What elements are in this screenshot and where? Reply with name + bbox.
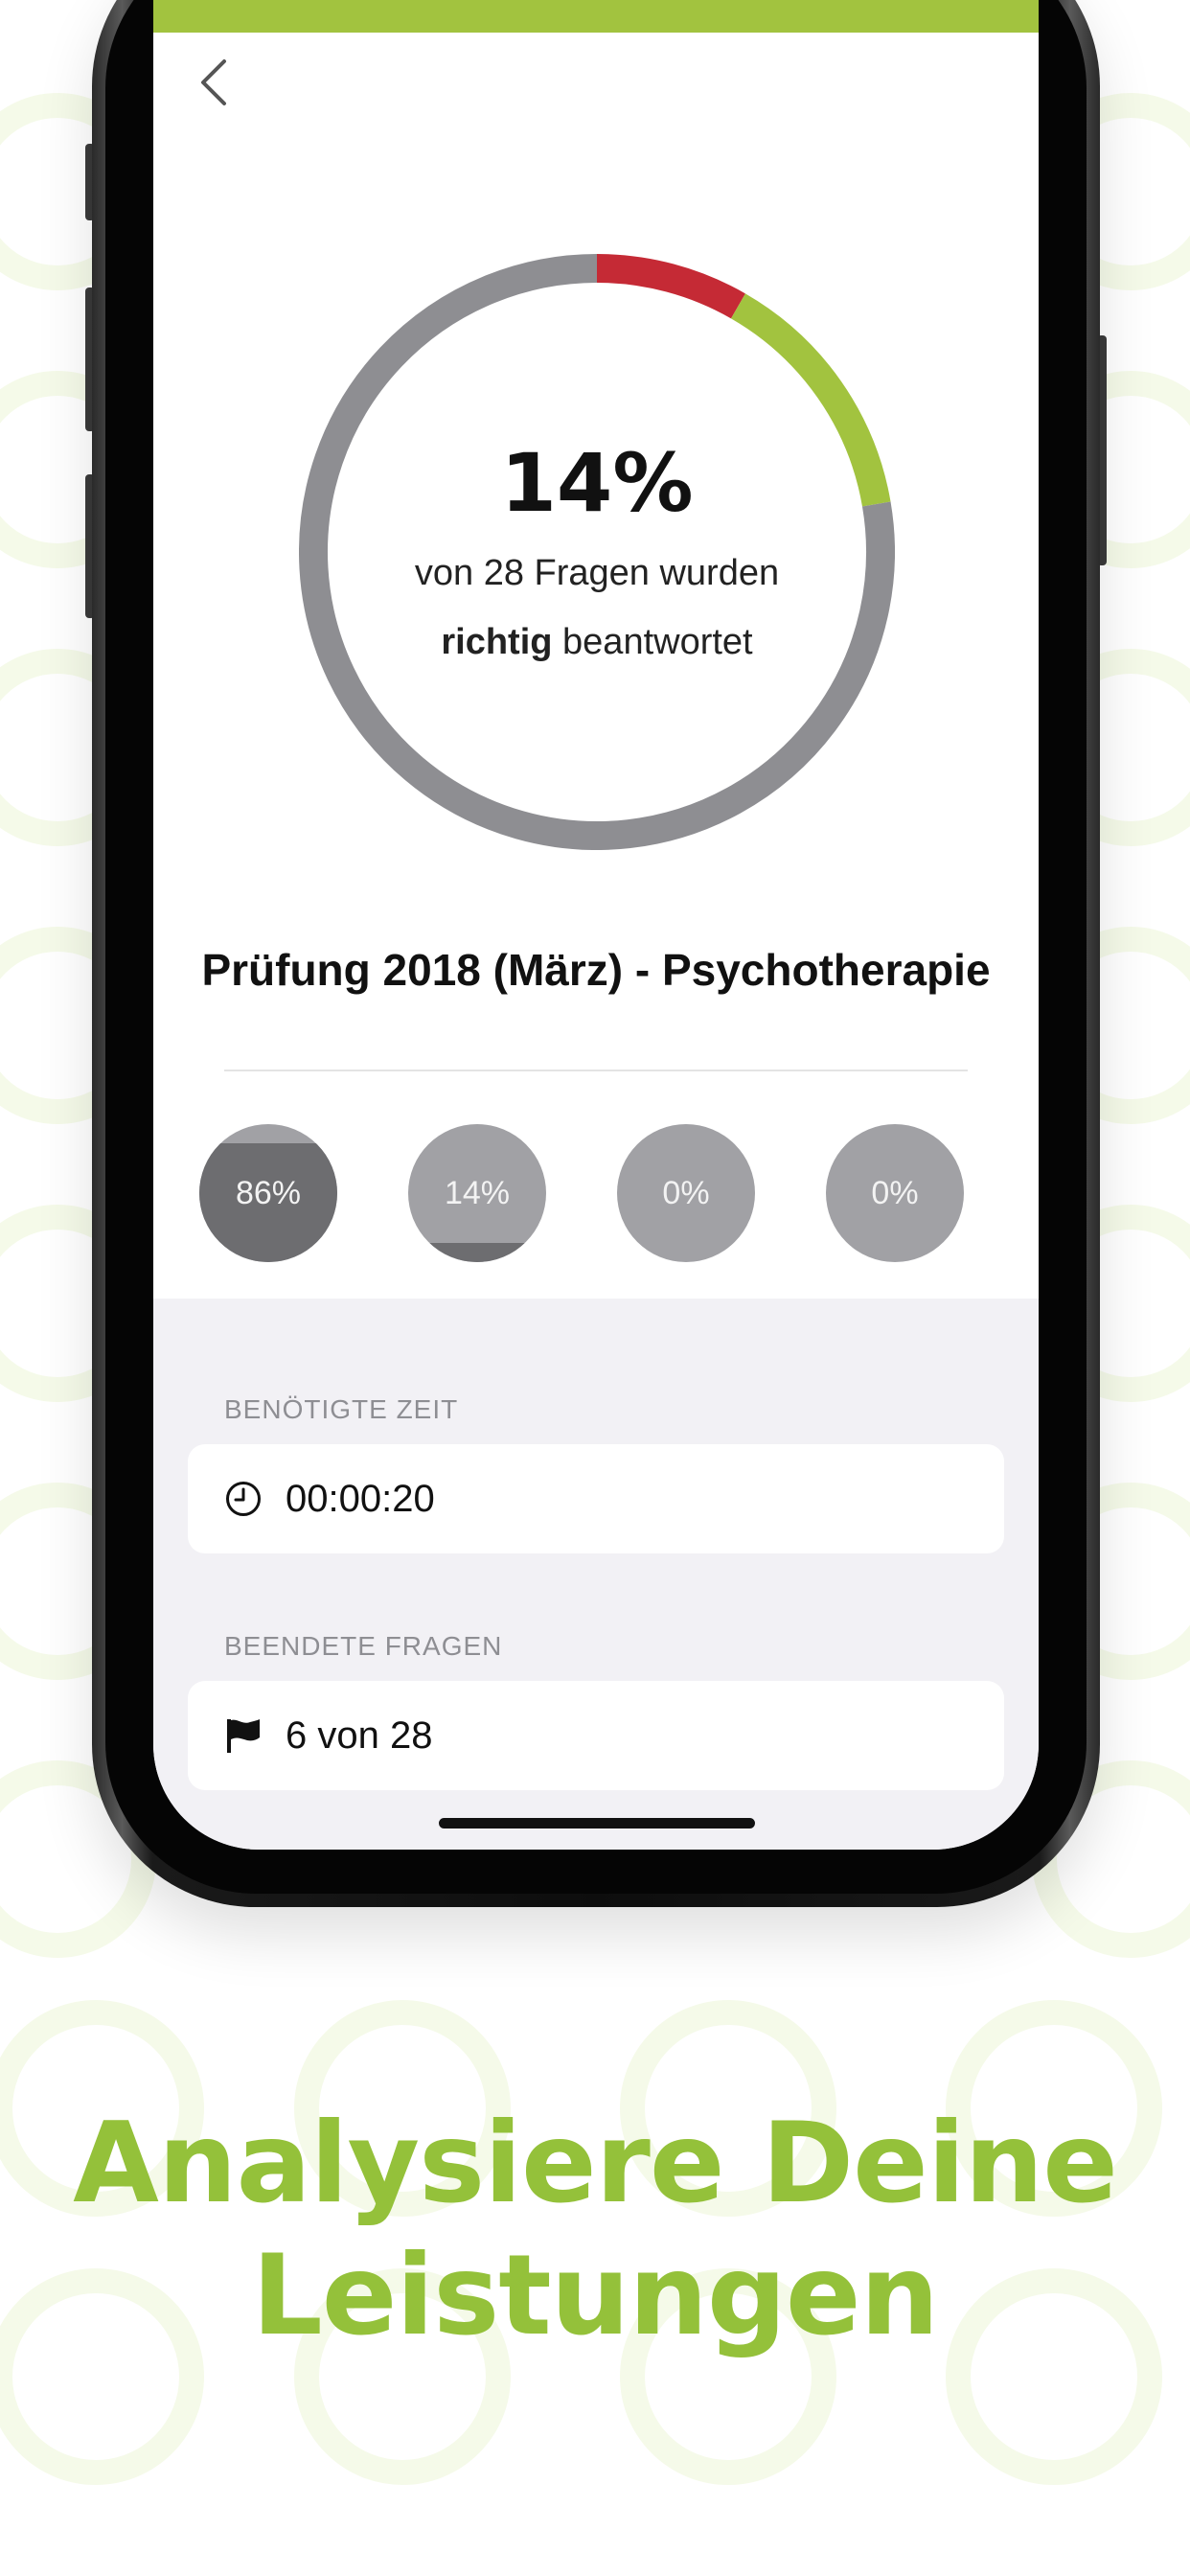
questions-card: 6 von 28 <box>188 1681 1004 1790</box>
stat-circle-4[interactable]: 0% <box>826 1124 964 1262</box>
result-caption-rest: beantwortet <box>552 622 753 662</box>
stat-circles: 86% 14% 0% 0% <box>199 1124 995 1264</box>
questions-value: 6 von 28 <box>286 1714 433 1757</box>
result-percent: 14% <box>500 436 694 530</box>
time-card: 00:00:20 <box>188 1444 1004 1553</box>
headline-line1: Analysiere Deine <box>73 2099 1118 2228</box>
stat-circle-3[interactable]: 0% <box>617 1124 755 1262</box>
stat-label: 0% <box>662 1175 710 1211</box>
stat-circle-1[interactable]: 86% <box>199 1124 337 1262</box>
chevron-left-icon <box>201 59 226 105</box>
exam-title: Prüfung 2018 (März) - Psychotherapie <box>201 945 991 995</box>
result-caption-line2: richtig beantwortet <box>299 622 895 663</box>
time-value: 00:00:20 <box>286 1478 435 1520</box>
divider <box>224 1070 968 1071</box>
flag-icon <box>227 1719 260 1753</box>
time-section-label: BENÖTIGTE ZEIT <box>224 1394 459 1424</box>
clock-icon <box>226 1482 261 1516</box>
stat-label: 86% <box>235 1175 302 1211</box>
result-ring: 14% von 28 Fragen wurden richtig beantwo… <box>299 254 895 850</box>
result-summary: 14% von 28 Fragen wurden richtig beantwo… <box>299 254 895 850</box>
stat-label: 0% <box>871 1175 919 1211</box>
questions-section-label: BEENDETE FRAGEN <box>224 1631 503 1661</box>
result-caption-bold: richtig <box>441 622 553 662</box>
top-accent-bar <box>153 0 1039 33</box>
headline-line2: Leistungen <box>251 2231 939 2360</box>
stat-label: 14% <box>444 1175 511 1211</box>
home-indicator[interactable] <box>439 1818 755 1828</box>
stat-circle-2[interactable]: 14% <box>408 1124 546 1262</box>
details-panel: BENÖTIGTE ZEIT 00:00:20 BEENDETE FRAGEN … <box>153 1299 1039 1850</box>
back-button[interactable] <box>192 54 240 111</box>
result-caption-line1: von 28 Fragen wurden <box>414 553 780 593</box>
app-screen: 14% von 28 Fragen wurden richtig beantwo… <box>153 0 1039 1850</box>
